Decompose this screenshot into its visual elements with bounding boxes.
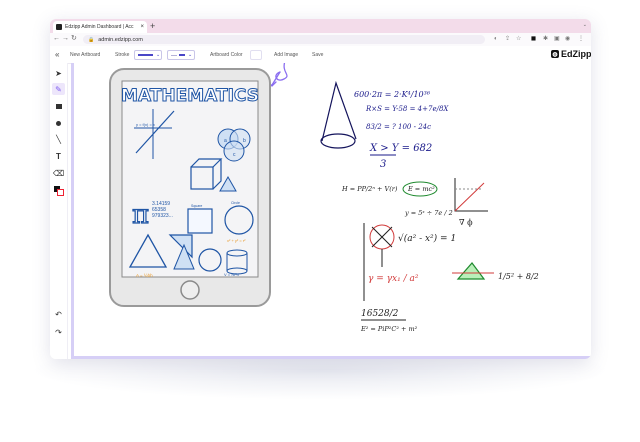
- line-tool[interactable]: ╲: [52, 133, 65, 145]
- chevron-down-icon: ⌄: [188, 52, 193, 58]
- pencil-tool[interactable]: ✎: [52, 83, 65, 95]
- artboard-canvas[interactable]: MATHEMATICS y = f(x) = x a b c π 3.14159…: [71, 63, 591, 359]
- note-line-4: X > Y = 682: [369, 143, 432, 154]
- dash-style-swatch: [171, 54, 177, 56]
- note-line-4-denominator: 3: [380, 159, 386, 170]
- share-icon[interactable]: ⇪: [505, 35, 510, 44]
- address-bar-row: ← → ↻ 🔒 admin.edzipp.com ◐ ⇪ ☆ ◼ ✱ ▣ ◉ ⋮: [50, 33, 591, 47]
- edzipp-logo-icon: ◍: [551, 50, 559, 58]
- stroke-style-select[interactable]: ⌄: [167, 50, 195, 60]
- undo-button[interactable]: ↶: [52, 308, 65, 320]
- note-line-6: y = 5ˣ ÷ 7e / 2: [404, 209, 453, 217]
- artboard-color-label: Artboard Color: [210, 52, 243, 58]
- note-line-1: 600·2π = 2·K⁴/10³⁶: [354, 90, 431, 99]
- sidepanel-icon[interactable]: ▣: [554, 35, 560, 44]
- redo-icon: ↷: [55, 327, 62, 337]
- pendulum-doodle: [363, 223, 395, 301]
- browser-tab[interactable]: Edzipp Admin Dashboard | Acc ×: [53, 21, 147, 33]
- tab-strip: Edzipp Admin Dashboard | Acc × + ⌄: [50, 19, 591, 33]
- tab-title: Edzipp Admin Dashboard | Acc: [65, 24, 134, 30]
- circle-formula: x² + y² = r²: [227, 238, 246, 243]
- rectangle-icon: [55, 103, 62, 109]
- sqrt-equation: √(a² - x²) = 1: [398, 233, 456, 244]
- text-icon: T: [56, 151, 61, 161]
- note-line-5: H = PP/2ⁿ + V(r): [341, 185, 398, 193]
- color-picker-icon: [54, 185, 64, 196]
- eraser-tool[interactable]: ⌫: [52, 167, 65, 179]
- venn-label-b: b: [243, 138, 246, 144]
- square-label: Square: [191, 204, 202, 208]
- drawing-layer: MATHEMATICS y = f(x) = x a b c π 3.14159…: [109, 63, 539, 333]
- tablet-function-label: y = f(x) = x: [136, 122, 155, 127]
- extension-icon[interactable]: ◐: [494, 35, 498, 44]
- pencil-icon: ✎: [55, 84, 62, 94]
- artboard-color-swatch[interactable]: [250, 50, 262, 60]
- triangle-area-formula: A = ½bh: [136, 272, 153, 278]
- color-picker-tool[interactable]: [52, 184, 65, 196]
- forward-icon[interactable]: →: [62, 35, 69, 43]
- undo-icon: ↶: [55, 309, 62, 319]
- url-text: admin.edzipp.com: [98, 36, 143, 43]
- stroke-color-select[interactable]: ⌄: [134, 50, 162, 60]
- puzzle-icon[interactable]: ✱: [543, 35, 548, 44]
- chevron-down-icon: ⌄: [156, 52, 161, 58]
- pi-symbol: π: [132, 200, 149, 230]
- note-line-2: R×S = Y-58 = 4+7e/8X: [365, 105, 449, 113]
- stroke-color-swatch: [138, 54, 153, 56]
- stroke-label: Stroke: [115, 52, 130, 58]
- line-icon: ╲: [56, 134, 61, 144]
- tab-list-chevron-icon[interactable]: ⌄: [583, 22, 587, 28]
- browser-menu-icon[interactable]: ⋮: [578, 35, 584, 44]
- fraction-equation: 1/5² + 8/2: [498, 272, 539, 281]
- favicon-icon: [56, 24, 62, 30]
- eraser-icon: ⌫: [52, 168, 65, 178]
- emc-equation: E = mc²: [407, 185, 435, 193]
- gamma-equation: γ = γx₁ / a²: [368, 274, 419, 284]
- solid-style-swatch: [179, 54, 185, 56]
- pointer-icon: ➤: [55, 68, 62, 78]
- circle-label: Circle: [231, 201, 240, 205]
- circle-icon: [56, 120, 61, 126]
- tool-sidebar: ➤ ✎ ╲ T ⌫ ↶ ↷: [50, 63, 68, 359]
- cone-doodle: [320, 80, 357, 149]
- text-tool[interactable]: T: [52, 150, 65, 162]
- reload-icon[interactable]: ↻: [71, 35, 77, 43]
- pointer-tool[interactable]: ➤: [52, 67, 65, 79]
- tablet-heading: MATHEMATICS: [121, 86, 259, 106]
- close-tab-icon[interactable]: ×: [140, 24, 144, 30]
- new-artboard-button[interactable]: New Artboard: [70, 52, 100, 58]
- save-button[interactable]: Save: [312, 52, 323, 58]
- note-line-9: E² = PiP²C² + m²: [360, 325, 418, 333]
- note-line-7: ∇ ϕ: [459, 218, 473, 227]
- app-toolbar: « New Artboard Stroke ⌄ ⌄ Artboard Color…: [50, 46, 591, 64]
- green-triangle-doodle: [456, 262, 486, 280]
- circle-tool[interactable]: [52, 117, 65, 129]
- profile-avatar[interactable]: ◉: [565, 35, 570, 44]
- new-tab-icon[interactable]: +: [150, 21, 155, 31]
- url-field[interactable]: 🔒 admin.edzipp.com: [83, 35, 485, 44]
- rectangle-tool[interactable]: [52, 100, 65, 112]
- add-image-button[interactable]: Add Image: [274, 52, 298, 58]
- brand-logo: ◍ EdZipp: [551, 49, 591, 59]
- venn-label-a: a: [224, 138, 227, 144]
- back-icon[interactable]: ←: [53, 35, 60, 43]
- browser-window: Edzipp Admin Dashboard | Acc × + ⌄ ← → ↻…: [50, 19, 591, 359]
- lock-icon: 🔒: [88, 36, 95, 43]
- redo-button[interactable]: ↷: [52, 326, 65, 338]
- mini-graph: [454, 178, 488, 212]
- note-line-8: 16528/2: [361, 309, 399, 319]
- cylinder-volume-formula: V = πr²h: [224, 272, 239, 277]
- note-line-3: 83/2 = ? 100 - 24c: [366, 123, 431, 131]
- bookmark-icon[interactable]: ☆: [516, 35, 521, 44]
- brand-name: EdZipp: [561, 49, 591, 59]
- app-extension-icon[interactable]: ◼: [531, 35, 536, 44]
- collapse-sidebar-button[interactable]: «: [55, 50, 59, 59]
